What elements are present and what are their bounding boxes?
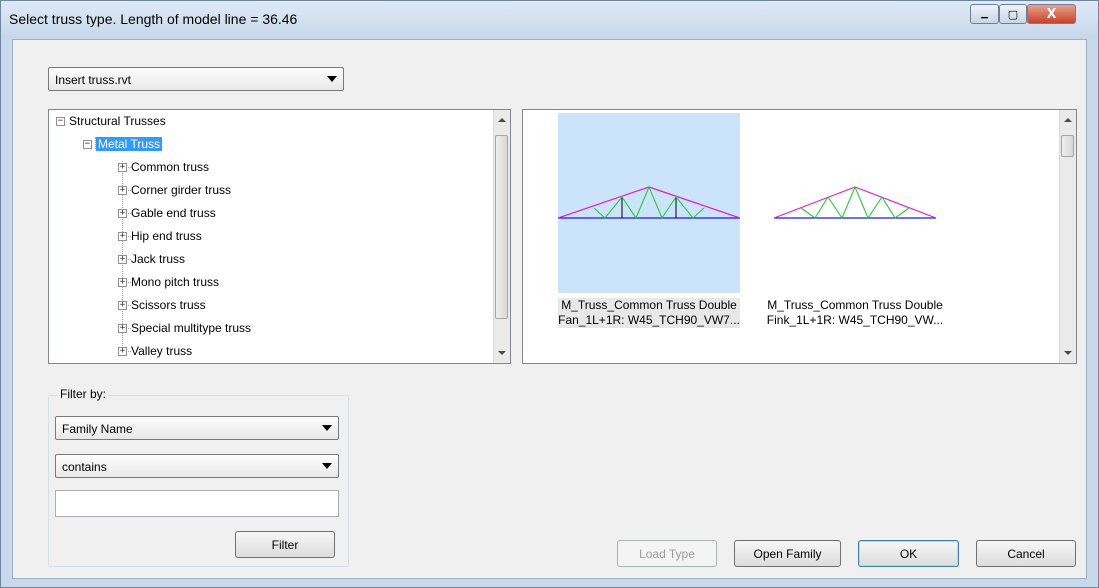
filter-field-dropdown[interactable]: Family Name <box>55 416 339 440</box>
tree-node-label: Scissors truss <box>131 298 206 312</box>
truss-type-label: M_Truss_Common Truss Double Fan_1L+1R: W… <box>558 298 740 328</box>
cancel-label: Cancel <box>1007 546 1045 561</box>
filter-group-label: Filter by: <box>58 387 109 401</box>
tree-node-truss-family[interactable]: + Gable end truss <box>118 203 216 223</box>
expand-icon[interactable]: + <box>118 254 127 264</box>
expand-icon[interactable]: + <box>118 185 127 195</box>
tree-node-truss-family[interactable]: + Jack truss <box>118 249 185 269</box>
chevron-down-icon <box>322 463 332 469</box>
truss-type-name-line1: M_Truss_Common Truss Double <box>767 298 943 312</box>
tree-node-truss-family[interactable]: + Special multitype truss <box>118 318 251 338</box>
family-tree-panel[interactable]: − Structural Trusses − Metal Truss + Comm… <box>48 109 511 364</box>
collapse-icon[interactable]: − <box>83 139 92 149</box>
preview-scrollbar[interactable] <box>1059 110 1076 363</box>
truss-fan-diagram <box>557 185 741 220</box>
expand-icon[interactable]: + <box>118 346 127 356</box>
filter-condition-dropdown[interactable]: contains <box>55 454 339 478</box>
maximize-button[interactable]: ▢ <box>999 4 1027 24</box>
tree-node-label: Common truss <box>131 160 210 174</box>
tree-node-label: Valley truss <box>131 344 193 358</box>
expand-icon[interactable]: + <box>118 231 127 241</box>
filter-button-label: Filter <box>271 537 299 552</box>
chevron-down-icon <box>327 76 337 82</box>
tree-node-truss-family[interactable]: + Valley truss <box>118 341 192 361</box>
tree-node-truss-family[interactable]: + Corner girder truss <box>118 180 231 200</box>
title-bar[interactable]: Select truss type. Length of model line … <box>1 1 1098 39</box>
expand-icon[interactable]: + <box>118 208 127 218</box>
truss-type-name-line2: Fan_1L+1R: W45_TCH90_VW7... <box>558 313 740 327</box>
load-type-button[interactable]: Load Type <box>617 540 717 567</box>
tree-node-label: Special multitype truss <box>131 321 252 335</box>
tree-node-structural-trusses[interactable]: − Structural Trusses <box>56 111 166 131</box>
type-preview-panel[interactable]: M_Truss_Common Truss Double Fan_1L+1R: W… <box>522 109 1077 364</box>
expand-icon[interactable]: + <box>118 323 127 333</box>
scroll-thumb[interactable] <box>495 135 508 319</box>
open-family-label: Open Family <box>753 546 822 561</box>
tree-node-truss-family[interactable]: + Hip end truss <box>118 226 202 246</box>
close-button[interactable]: X <box>1027 4 1076 24</box>
minimize-button[interactable]: ▁ <box>970 4 999 24</box>
filter-button[interactable]: Filter <box>235 531 335 558</box>
expand-icon[interactable]: + <box>118 277 127 287</box>
truss-type-name-line1: M_Truss_Common Truss Double <box>561 298 737 312</box>
tree-node-label: Hip end truss <box>131 229 202 243</box>
truss-preview-image <box>557 113 741 293</box>
maximize-icon: ▢ <box>1007 7 1019 21</box>
close-icon: X <box>1046 6 1057 22</box>
ok-button[interactable]: OK <box>858 540 959 567</box>
scroll-up-icon[interactable] <box>498 118 506 122</box>
tree-node-truss-family[interactable]: + Scissors truss <box>118 295 206 315</box>
scroll-thumb[interactable] <box>1061 135 1074 157</box>
filter-condition-value: contains <box>62 460 107 474</box>
dialog-client-area: Insert truss.rvt − Structural Trusses − … <box>12 39 1087 579</box>
scroll-down-icon[interactable] <box>1064 351 1072 355</box>
family-file-dropdown[interactable]: Insert truss.rvt <box>48 67 344 91</box>
dialog-window: Select truss type. Length of model line … <box>0 0 1099 588</box>
open-family-button[interactable]: Open Family <box>734 540 841 567</box>
filter-field-value: Family Name <box>62 422 133 436</box>
tree-node-truss-family[interactable]: + Common truss <box>118 157 209 177</box>
chevron-down-icon <box>322 425 332 431</box>
tree-node-label: Jack truss <box>131 252 186 266</box>
truss-fink-diagram <box>773 185 937 220</box>
tree-node-label: Gable end truss <box>131 206 216 220</box>
truss-type-label: M_Truss_Common Truss Double Fink_1L+1R: … <box>764 298 946 328</box>
expand-icon[interactable]: + <box>118 162 127 172</box>
tree-node-metal-truss[interactable]: − Metal Truss <box>83 134 163 154</box>
scroll-up-icon[interactable] <box>1064 118 1072 122</box>
cancel-button[interactable]: Cancel <box>976 540 1076 567</box>
expand-icon[interactable]: + <box>118 300 127 310</box>
minimize-icon: ▁ <box>981 9 988 19</box>
tree-node-truss-family[interactable]: + Mono pitch truss <box>118 272 219 292</box>
scroll-down-icon[interactable] <box>498 351 506 355</box>
tree-node-label: Mono pitch truss <box>131 275 220 289</box>
truss-preview-image <box>764 113 946 293</box>
tree-node-label-selected: Metal Truss <box>96 137 163 151</box>
truss-type-item[interactable]: M_Truss_Common Truss Double Fink_1L+1R: … <box>764 113 946 328</box>
tree-node-label: Corner girder truss <box>131 183 232 197</box>
family-file-value: Insert truss.rvt <box>55 73 132 87</box>
truss-type-name-line2: Fink_1L+1R: W45_TCH90_VW... <box>766 313 944 327</box>
collapse-icon[interactable]: − <box>56 116 65 126</box>
filter-text-input[interactable] <box>55 490 339 517</box>
load-type-label: Load Type <box>639 546 695 561</box>
tree-node-label: Structural Trusses <box>69 114 166 128</box>
tree-scrollbar[interactable] <box>493 110 510 363</box>
ok-label: OK <box>899 546 918 561</box>
truss-type-item[interactable]: M_Truss_Common Truss Double Fan_1L+1R: W… <box>557 113 741 328</box>
window-title: Select truss type. Length of model line … <box>9 11 298 27</box>
